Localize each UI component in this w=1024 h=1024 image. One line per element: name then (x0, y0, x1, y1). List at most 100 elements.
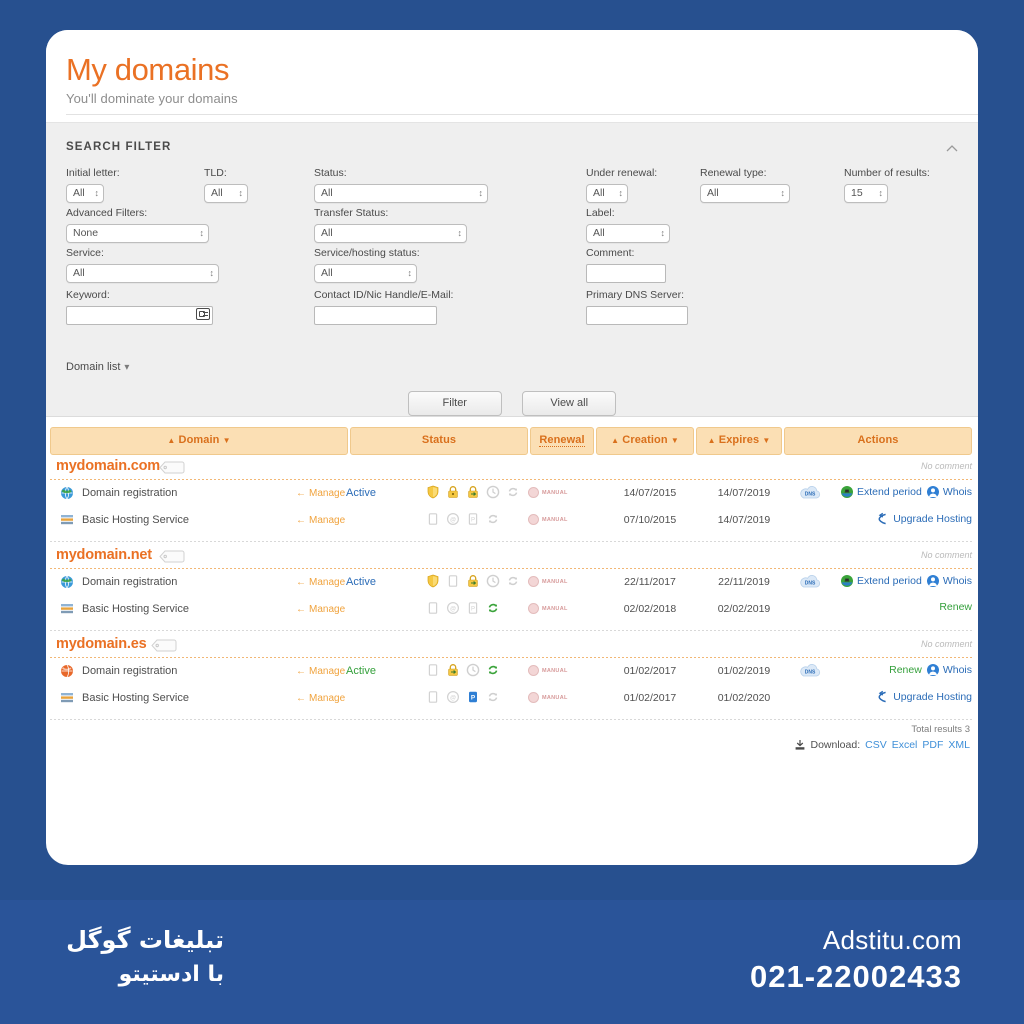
action-whois[interactable]: Whois (926, 574, 972, 588)
filter-fields-grid: Initial letter: All Advanced Filters: No… (64, 167, 958, 377)
status-icons: @ P (426, 512, 500, 526)
domain-name-link[interactable]: mydomain.com (56, 458, 160, 474)
field-initial-letter: Initial letter: All (66, 167, 120, 203)
at-icon[interactable]: @ (446, 512, 460, 526)
column-header-renewal[interactable]: Renewal (530, 427, 594, 455)
action-upgrade-hosting[interactable]: Upgrade Hosting (876, 512, 972, 526)
clock-icon[interactable] (486, 574, 500, 588)
clock-icon[interactable] (466, 663, 480, 677)
view-all-button[interactable]: View all (522, 391, 617, 416)
lock-arrow-icon[interactable] (446, 663, 460, 677)
number-of-results-select[interactable]: 15 (844, 183, 888, 203)
tld-select[interactable]: All (204, 183, 248, 203)
at-icon[interactable]: @ (446, 690, 460, 704)
manage-link[interactable]: ← Manage (296, 488, 345, 499)
status-value: Active (346, 665, 376, 677)
service-row: Domain registration ← Manage Active MANUAL 01… (46, 658, 978, 685)
shield-icon[interactable] (426, 574, 440, 588)
refresh-grey-icon[interactable] (506, 574, 520, 588)
manage-link[interactable]: ← Manage (296, 604, 345, 615)
p-doc-blue-icon[interactable]: P (466, 690, 480, 704)
doc-icon[interactable] (426, 601, 440, 615)
field-tld: TLD: All (204, 167, 248, 203)
service-name: Basic Hosting Service (82, 692, 189, 704)
domain-list-toggle[interactable]: Domain list ▾ (66, 361, 129, 373)
comment-input[interactable] (586, 263, 666, 283)
action-upgrade-hosting[interactable]: Upgrade Hosting (876, 690, 972, 704)
primary-dns-input[interactable] (586, 305, 688, 325)
keyword-input[interactable] (66, 305, 213, 325)
service-row: Basic Hosting Service ← Manage @ P MANUAL 01/0… (46, 685, 978, 712)
expires-date: 22/11/2019 (718, 576, 770, 588)
label-tag-icon[interactable] (159, 550, 185, 563)
column-header-status[interactable]: Status (350, 427, 528, 455)
refresh-green-icon[interactable] (486, 663, 500, 677)
arrow-left-icon: ← (296, 515, 306, 526)
action-extend-period[interactable]: Extend period (840, 485, 922, 499)
renewal-type-label: MANUAL (542, 667, 568, 674)
download-excel-link[interactable]: Excel (892, 739, 918, 751)
action-renew[interactable]: Renew (936, 601, 972, 613)
table-header-row: ▲ Domain ▼ Status Renewal ▲ Creation ▼ ▲ (50, 427, 974, 455)
sort-desc-icon: ▼ (762, 436, 771, 445)
clock-icon[interactable] (486, 485, 500, 499)
doc-icon[interactable] (426, 663, 440, 677)
refresh-grey-icon[interactable] (506, 485, 520, 499)
shield-icon[interactable] (426, 485, 440, 499)
dns-badge-icon[interactable]: DNS (798, 486, 822, 500)
renewal-type-label: MANUAL (542, 578, 568, 585)
service-select[interactable]: All (66, 263, 219, 283)
transfer-status-select[interactable]: All (314, 223, 467, 243)
chevron-up-icon[interactable] (944, 141, 960, 157)
dns-badge-icon[interactable]: DNS (798, 575, 822, 589)
column-header-expires[interactable]: ▲ Expires ▼ (696, 427, 782, 455)
label-tag-icon[interactable] (159, 461, 185, 474)
lock-icon[interactable] (446, 485, 460, 499)
manage-link[interactable]: ← Manage (296, 666, 345, 677)
download-xml-link[interactable]: XML (948, 739, 970, 751)
action-renew[interactable]: Renew (886, 664, 922, 676)
status-select[interactable]: All (314, 183, 488, 203)
svg-text:DNS: DNS (805, 670, 816, 676)
page-title: My domains (66, 52, 230, 87)
refresh-grey-icon[interactable] (486, 512, 500, 526)
label-tag-icon[interactable] (151, 639, 177, 652)
download-pdf-link[interactable]: PDF (922, 739, 943, 751)
action-whois[interactable]: Whois (926, 485, 972, 499)
column-header-actions[interactable]: Actions (784, 427, 972, 455)
p-doc-icon[interactable]: P (466, 601, 480, 615)
svg-text:@: @ (450, 696, 456, 702)
doc-icon[interactable] (446, 574, 460, 588)
creation-date: 01/02/2017 (623, 692, 677, 704)
doc-icon[interactable] (426, 512, 440, 526)
domain-name-link[interactable]: mydomain.net (56, 547, 152, 563)
at-icon[interactable]: @ (446, 601, 460, 615)
column-header-domain[interactable]: ▲ Domain ▼ (50, 427, 348, 455)
manage-link[interactable]: ← Manage (296, 515, 345, 526)
column-header-creation[interactable]: ▲ Creation ▼ (596, 427, 694, 455)
download-csv-link[interactable]: CSV (865, 739, 887, 751)
lock-arrow-icon[interactable] (466, 574, 480, 588)
renewal-type-select[interactable]: All (700, 183, 790, 203)
dns-badge-icon[interactable]: DNS (798, 664, 822, 678)
label-select[interactable]: All (586, 223, 670, 243)
row-actions: Upgrade Hosting (876, 690, 972, 704)
lock-arrow-icon[interactable] (466, 485, 480, 499)
contact-card-icon[interactable] (196, 308, 210, 320)
service-hosting-status-select[interactable]: All (314, 263, 417, 283)
initial-letter-select[interactable]: All (66, 183, 104, 203)
action-extend-period[interactable]: Extend period (840, 574, 922, 588)
manage-link[interactable]: ← Manage (296, 577, 345, 588)
filter-button[interactable]: Filter (407, 391, 502, 416)
refresh-grey-icon[interactable] (486, 690, 500, 704)
contact-id-input[interactable] (314, 305, 437, 325)
advanced-filters-select[interactable]: None (66, 223, 209, 243)
manage-link[interactable]: ← Manage (296, 693, 345, 704)
domain-name-link[interactable]: mydomain.es (56, 636, 147, 652)
doc-icon[interactable] (426, 690, 440, 704)
action-whois[interactable]: Whois (926, 663, 972, 677)
domain-list-toggle-label: Domain list (66, 361, 121, 373)
under-renewal-select[interactable]: All (586, 183, 628, 203)
p-doc-icon[interactable]: P (466, 512, 480, 526)
refresh-green-icon[interactable] (486, 601, 500, 615)
